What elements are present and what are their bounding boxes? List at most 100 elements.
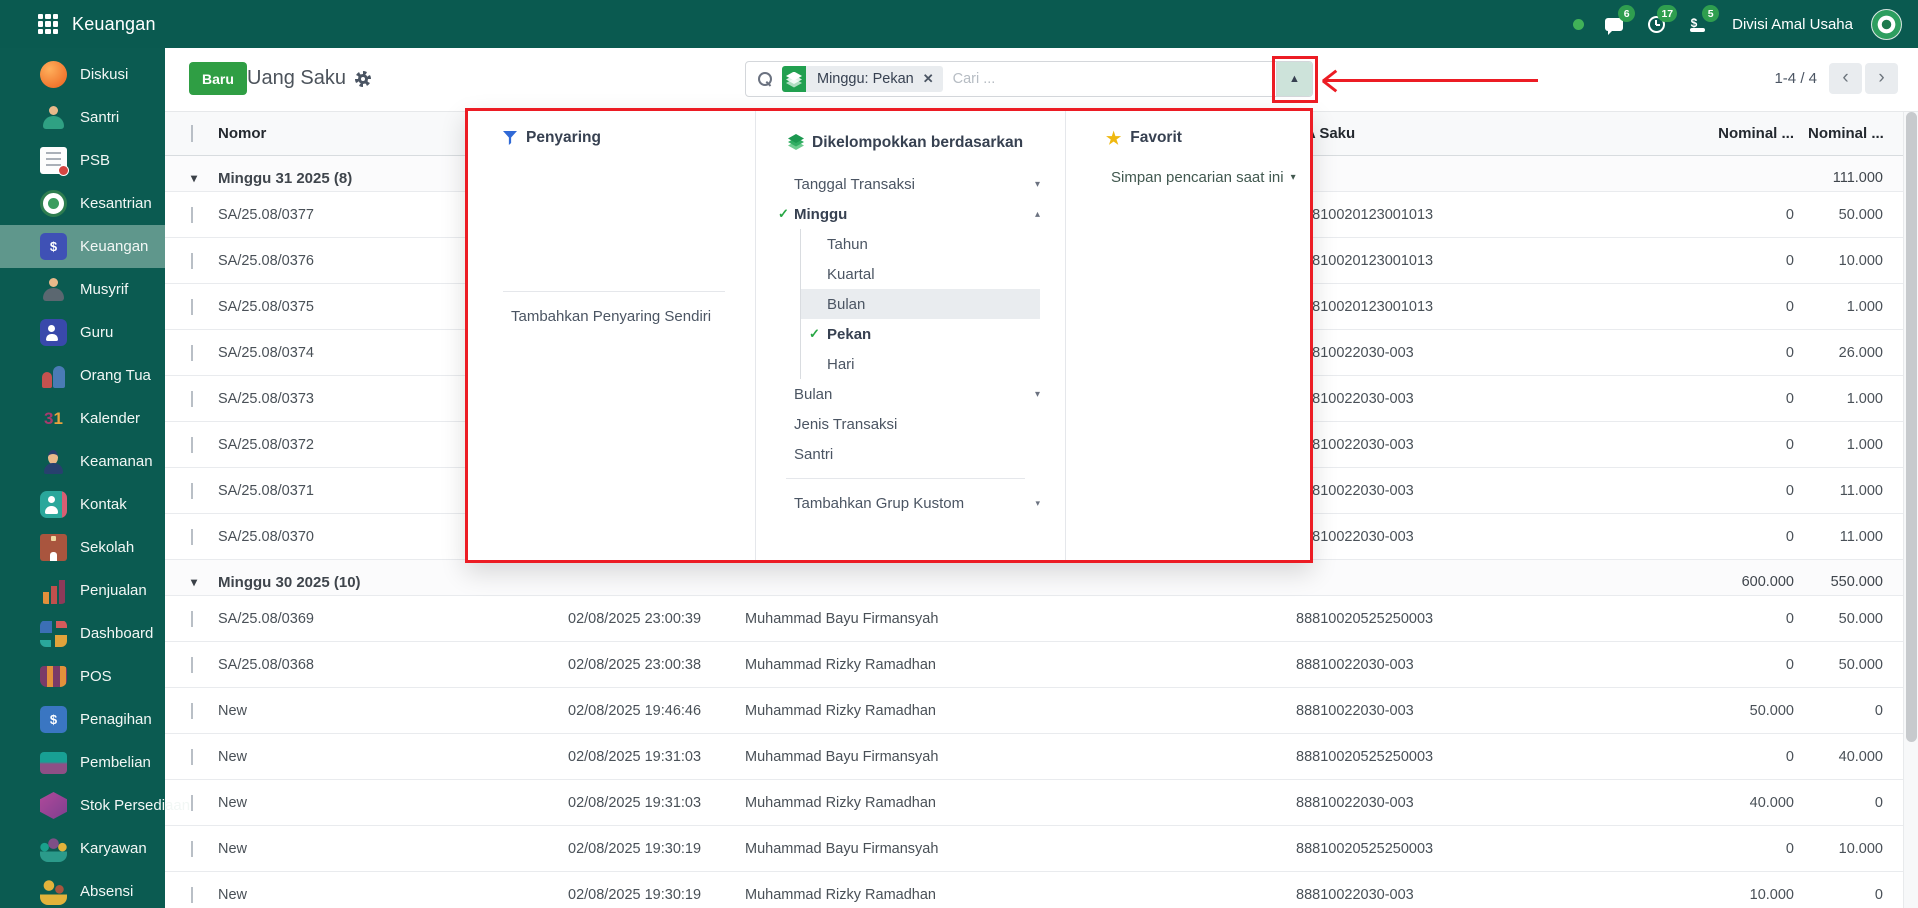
sidebar-item-label: Sekolah [80, 539, 135, 556]
row-checkbox[interactable] [191, 656, 193, 673]
add-custom-group[interactable]: Tambahkan Grup Kustom ▾ [786, 488, 1040, 518]
groupby-option[interactable]: ✓ Bulan ▾ [786, 379, 1040, 409]
table-row[interactable]: SA/25.08/0369 02/08/2025 23:00:39 Muhamm… [165, 596, 1903, 642]
col-header-nominal-in[interactable]: Nominal ... [1655, 125, 1800, 142]
groupby-option[interactable]: ✓ Pekan [800, 319, 1040, 349]
filter-option[interactable] [503, 162, 740, 192]
table-row[interactable]: New 02/08/2025 19:31:03 Muhammad Rizky R… [165, 780, 1903, 826]
cell-nominal-out: 1.000 [1846, 298, 1883, 315]
groupby-option[interactable]: ✓ Bulan [800, 289, 1040, 319]
avatar[interactable] [1871, 8, 1902, 40]
sidebar-item[interactable]: $ Keuangan [0, 225, 165, 268]
filter-option[interactable] [503, 192, 740, 222]
navbar-menu-item[interactable] [186, 18, 208, 30]
groupby-option-label: Tahun [827, 235, 868, 253]
sidebar-item[interactable]: Guru [0, 311, 165, 354]
sidebar-item[interactable]: Santri [0, 96, 165, 139]
col-header-nominal-out[interactable]: Nominal ... [1800, 125, 1890, 142]
groupby-option[interactable]: ✓ Kuartal [800, 259, 1040, 289]
row-checkbox[interactable] [191, 702, 193, 719]
activities-button[interactable]: 17 [1644, 5, 1678, 36]
row-checkbox[interactable] [191, 390, 193, 407]
new-record-button[interactable]: Baru [189, 62, 247, 95]
select-all-checkbox[interactable] [191, 125, 193, 142]
sidebar-item[interactable]: Sekolah [0, 526, 165, 569]
caret-icon: ▾ [1290, 171, 1296, 183]
row-checkbox[interactable] [191, 610, 193, 627]
search-input[interactable] [942, 71, 1276, 87]
groupby-option[interactable]: ✓ Tahun [800, 229, 1040, 259]
table-row[interactable]: New 02/08/2025 19:31:03 Muhammad Bayu Fi… [165, 734, 1903, 780]
search-facet[interactable]: Minggu: Pekan ✕ [782, 66, 943, 92]
groupby-option[interactable]: ✓ Minggu ▴ [778, 199, 1040, 229]
row-checkbox[interactable] [191, 886, 193, 903]
filter-option[interactable] [503, 222, 740, 252]
navbar-menu-item[interactable] [216, 18, 238, 30]
groupby-option[interactable]: ✓ Tanggal Transaksi ▾ [786, 169, 1040, 199]
sidebar-item[interactable]: Diskusi [0, 53, 165, 96]
groupby-option[interactable]: ✓ Hari [800, 349, 1040, 379]
sidebar-item-label: Absensi [80, 883, 134, 900]
sidebar-item[interactable]: Orang Tua [0, 354, 165, 397]
sidebar-item[interactable]: Keamanan [0, 440, 165, 483]
sidebar-item[interactable]: Musyrif [0, 268, 165, 311]
sidebar-item[interactable]: Kontak [0, 483, 165, 526]
filter-option[interactable] [503, 252, 740, 282]
search-options-toggle[interactable]: ▲ [1276, 62, 1312, 96]
sidebar-item[interactable]: 31 Kalender [0, 397, 165, 440]
sidebar-item[interactable]: Pembelian [0, 741, 165, 784]
groupby-option[interactable]: ✓ Santri [786, 439, 1040, 469]
row-checkbox[interactable] [191, 482, 193, 499]
pager-prev-button[interactable]: ‹ [1829, 63, 1862, 94]
messages-button[interactable]: 6 [1602, 5, 1636, 36]
cell-nominal-out: 0 [1874, 886, 1883, 903]
row-checkbox[interactable] [191, 794, 193, 811]
vertical-scrollbar[interactable] [1903, 112, 1918, 908]
table-row[interactable]: New 02/08/2025 19:30:19 Muhammad Rizky R… [165, 872, 1903, 908]
cell-nominal-out: 1.000 [1846, 390, 1883, 407]
cell-va: 88810022030-003 [1296, 436, 1414, 453]
sidebar-item[interactable]: Absensi [0, 870, 165, 908]
sidebar-item-label: Kontak [80, 496, 127, 513]
gear-icon[interactable] [354, 70, 371, 87]
sidebar-item[interactable]: POS [0, 655, 165, 698]
apps-grid-icon[interactable] [38, 14, 58, 34]
sidebar-item[interactable]: Karyawan [0, 827, 165, 870]
row-checkbox[interactable] [191, 748, 193, 765]
add-custom-filter[interactable]: Tambahkan Penyaring Sendiri [503, 301, 740, 331]
table-row[interactable]: New 02/08/2025 19:46:46 Muhammad Rizky R… [165, 688, 1903, 734]
row-checkbox[interactable] [191, 206, 193, 223]
row-checkbox[interactable] [191, 344, 193, 361]
money-requests-button[interactable]: 5 [1686, 5, 1720, 36]
navbar-menu-item[interactable] [306, 18, 328, 30]
sidebar-item[interactable]: Kesantrian [0, 182, 165, 225]
table-row[interactable]: New 02/08/2025 19:30:19 Muhammad Bayu Fi… [165, 826, 1903, 872]
row-checkbox[interactable] [191, 840, 193, 857]
navbar-menu-item[interactable] [276, 18, 298, 30]
groupby-option[interactable]: ✓ Jenis Transaksi [786, 409, 1040, 439]
col-header-va[interactable]: VA Saku [1280, 125, 1655, 142]
sidebar-item[interactable]: Penjualan [0, 569, 165, 612]
sidebar-item-icon [40, 666, 67, 687]
row-checkbox[interactable] [191, 298, 193, 315]
user-menu[interactable]: Divisi Amal Usaha [1732, 16, 1853, 33]
table-row[interactable]: Minggu 30 2025 (10) 600.000 550.000 [165, 560, 1903, 596]
sidebar-item[interactable]: Dashboard [0, 612, 165, 655]
sidebar-item[interactable]: PSB [0, 139, 165, 182]
sidebar-item[interactable]: $ Penagihan [0, 698, 165, 741]
row-checkbox[interactable] [191, 436, 193, 453]
sidebar-item[interactable]: Stok Persediaan [0, 784, 190, 827]
app-brand[interactable]: Keuangan [72, 14, 156, 35]
table-row[interactable]: SA/25.08/0368 02/08/2025 23:00:38 Muhamm… [165, 642, 1903, 688]
navbar-menu-item[interactable] [246, 18, 268, 30]
scrollbar-thumb[interactable] [1906, 112, 1917, 742]
facet-remove-icon[interactable]: ✕ [923, 71, 943, 87]
sidebar-item-icon [40, 190, 67, 217]
cell-santri: Muhammad Bayu Firmansyah [745, 748, 939, 765]
pager-range: 1-4 / 4 [1774, 70, 1817, 87]
pager-next-button[interactable]: › [1865, 63, 1898, 94]
row-checkbox[interactable] [191, 252, 193, 269]
row-checkbox[interactable] [191, 528, 193, 545]
sidebar-item-icon [40, 104, 67, 131]
save-current-search[interactable]: Simpan pencarian saat ini ▾ [1106, 162, 1310, 192]
